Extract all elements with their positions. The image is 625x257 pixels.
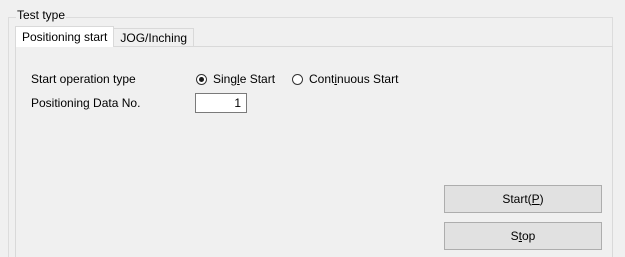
single-start-radio[interactable]: Single Start — [196, 72, 275, 86]
start-button[interactable]: Start(P) — [444, 185, 602, 213]
continuous-start-radio-button[interactable] — [292, 73, 303, 85]
positioning-data-no-input[interactable]: 1 — [195, 93, 247, 113]
dialog-frame: Test type Positioning start JOG/Inching … — [0, 0, 625, 257]
single-start-radio-button[interactable] — [196, 73, 207, 85]
continuous-start-radio[interactable]: Continuous Start — [292, 72, 398, 86]
continuous-start-label: Continuous Start — [309, 72, 399, 86]
tab-jog-inching[interactable]: JOG/Inching — [113, 28, 195, 47]
positioning-start-panel: Start operation type Single Start Contin… — [15, 46, 613, 257]
positioning-data-no-label: Positioning Data No. — [31, 96, 141, 110]
stop-button[interactable]: Stop — [444, 222, 602, 250]
tab-strip: Positioning start JOG/Inching — [15, 26, 195, 47]
test-type-group-title: Test type — [16, 8, 67, 22]
single-start-label: Single Start — [213, 72, 276, 86]
tab-positioning-start[interactable]: Positioning start — [15, 26, 115, 47]
start-operation-type-label: Start operation type — [31, 72, 136, 86]
